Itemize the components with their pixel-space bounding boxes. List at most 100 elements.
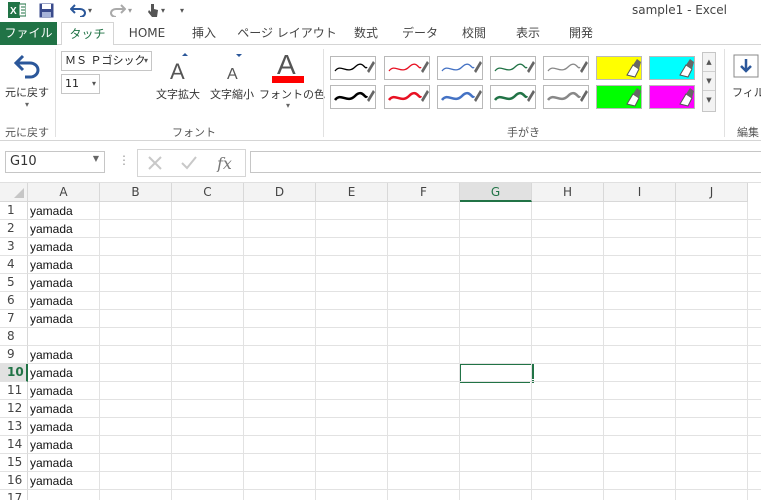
select-all-corner[interactable] — [0, 183, 28, 202]
customize-qat-icon[interactable]: ▾ — [176, 1, 188, 19]
shrink-font-icon: A — [227, 54, 242, 83]
row-header-16[interactable]: 16 — [0, 472, 28, 490]
row-header-2[interactable]: 2 — [0, 220, 28, 238]
row-header-13[interactable]: 13 — [0, 418, 28, 436]
chevron-down-icon[interactable]: ▼ — [703, 72, 715, 91]
gallery-more-icon[interactable]: ▼ — [703, 91, 715, 110]
highlighter-cyan[interactable] — [649, 56, 695, 80]
pen-thick-red[interactable] — [384, 85, 430, 109]
highlighter-magenta[interactable] — [649, 85, 695, 109]
tab-review[interactable]: 校閲 — [452, 22, 496, 45]
pen-thin-blue[interactable] — [437, 56, 483, 80]
tab-view[interactable]: 表示 — [506, 22, 550, 45]
cell-a11[interactable]: yamada — [30, 382, 73, 400]
tab-developer[interactable]: 開発 — [559, 22, 603, 45]
cell-a9[interactable]: yamada — [30, 346, 73, 364]
pen-thin-red[interactable] — [384, 56, 430, 80]
row-header-7[interactable]: 7 — [0, 310, 28, 328]
tab-file[interactable]: ファイル — [0, 22, 57, 45]
pen-thin-green[interactable] — [490, 56, 536, 80]
save-icon[interactable] — [36, 1, 56, 19]
cell-a10[interactable]: yamada — [30, 364, 73, 382]
row-header-3[interactable]: 3 — [0, 238, 28, 256]
tab-insert[interactable]: 挿入 — [182, 22, 226, 45]
column-header-e[interactable]: E — [316, 183, 388, 202]
column-gridline — [315, 202, 316, 500]
chevron-up-icon[interactable]: ▲ — [703, 53, 715, 72]
tab-home[interactable]: HOME — [119, 22, 175, 45]
cell-a15[interactable]: yamada — [30, 454, 73, 472]
pen-thick-blue[interactable] — [437, 85, 483, 109]
tab-formulas[interactable]: 数式 — [344, 22, 388, 45]
pen-icon — [547, 90, 588, 102]
confirm-icon[interactable] — [180, 155, 198, 171]
pen-thick-gray[interactable] — [543, 85, 589, 109]
formula-input[interactable] — [250, 151, 761, 173]
row-header-14[interactable]: 14 — [0, 436, 28, 454]
highlighter-icon — [626, 88, 641, 107]
row-header-8[interactable]: 8 — [0, 328, 28, 346]
row-header-9[interactable]: 9 — [0, 346, 28, 364]
cell-a7[interactable]: yamada — [30, 310, 73, 328]
pen-thin-gray[interactable] — [543, 56, 589, 80]
tab-data[interactable]: データ — [398, 22, 442, 45]
gallery-scroll[interactable]: ▲ ▼ ▼ — [702, 52, 716, 112]
tab-touch[interactable]: タッチ — [61, 22, 114, 46]
font-size-dropdown[interactable]: 11 ▾ — [61, 74, 100, 94]
column-header-b[interactable]: B — [100, 183, 172, 202]
redo-button[interactable]: ▾ — [104, 1, 138, 19]
cell-a12[interactable]: yamada — [30, 400, 73, 418]
column-header-c[interactable]: C — [172, 183, 244, 202]
pen-thick-black[interactable] — [330, 85, 376, 109]
row-header-1[interactable]: 1 — [0, 202, 28, 220]
column-header-a[interactable]: A — [28, 183, 100, 202]
column-header-f[interactable]: F — [388, 183, 460, 202]
column-header-h[interactable]: H — [532, 183, 604, 202]
row-gridline — [28, 219, 761, 220]
cell-a3[interactable]: yamada — [30, 238, 73, 256]
cell-a16[interactable]: yamada — [30, 472, 73, 490]
cell-a6[interactable]: yamada — [30, 292, 73, 310]
chevron-down-icon[interactable]: ▼ — [93, 154, 99, 163]
undo-button[interactable]: ▾ — [64, 1, 98, 19]
pen-thin-black[interactable] — [330, 56, 376, 80]
row-header-10[interactable]: 10 — [0, 364, 28, 382]
pen-thick-green[interactable] — [490, 85, 536, 109]
column-header-i[interactable]: I — [604, 183, 676, 202]
touch-mode-button[interactable]: ▾ — [142, 1, 170, 19]
shrink-font-button[interactable]: A 文字縮小 — [206, 53, 258, 113]
font-color-button[interactable]: A フォントの色 ▾ — [259, 49, 325, 117]
column-header-g[interactable]: G — [460, 183, 532, 202]
row-header-15[interactable]: 15 — [0, 454, 28, 472]
undo-big-button[interactable]: 元に戻す ▾ — [2, 53, 52, 113]
grow-font-button[interactable]: A 文字拡大 — [152, 53, 204, 113]
column-gridline — [99, 202, 100, 500]
cell-a14[interactable]: yamada — [30, 436, 73, 454]
cell-a13[interactable]: yamada — [30, 418, 73, 436]
cell-a4[interactable]: yamada — [30, 256, 73, 274]
row-header-6[interactable]: 6 — [0, 292, 28, 310]
pen-icon — [441, 90, 482, 102]
cell-a5[interactable]: yamada — [30, 274, 73, 292]
column-header-d[interactable]: D — [244, 183, 316, 202]
worksheet-grid[interactable]: ABCDEFGHIJ 1 yamada 2 yamada 3 yamada 4 yamada 5… — [0, 183, 761, 500]
highlighter-yellow[interactable] — [596, 56, 642, 80]
row-header-5[interactable]: 5 — [0, 274, 28, 292]
row-header-12[interactable]: 12 — [0, 400, 28, 418]
name-box[interactable]: G10 ▼ — [5, 151, 105, 173]
fill-label: フィル — [732, 86, 761, 99]
row-header-17[interactable]: 17 — [0, 490, 28, 500]
active-cell-selection[interactable] — [459, 363, 534, 383]
cancel-icon[interactable] — [147, 155, 163, 171]
row-header-4[interactable]: 4 — [0, 256, 28, 274]
column-header-j[interactable]: J — [676, 183, 748, 202]
group-label-edit: 編集 — [737, 126, 759, 139]
row-header-11[interactable]: 11 — [0, 382, 28, 400]
fill-button[interactable]: フィル — [732, 53, 761, 113]
tab-page-layout[interactable]: ページ レイアウト — [237, 22, 337, 45]
insert-function-icon[interactable]: fx — [216, 154, 236, 172]
font-name-dropdown[interactable]: ＭＳ Ｐゴシック ▾ — [61, 51, 152, 71]
highlighter-green[interactable] — [596, 85, 642, 109]
cell-a1[interactable]: yamada — [30, 202, 73, 220]
cell-a2[interactable]: yamada — [30, 220, 73, 238]
